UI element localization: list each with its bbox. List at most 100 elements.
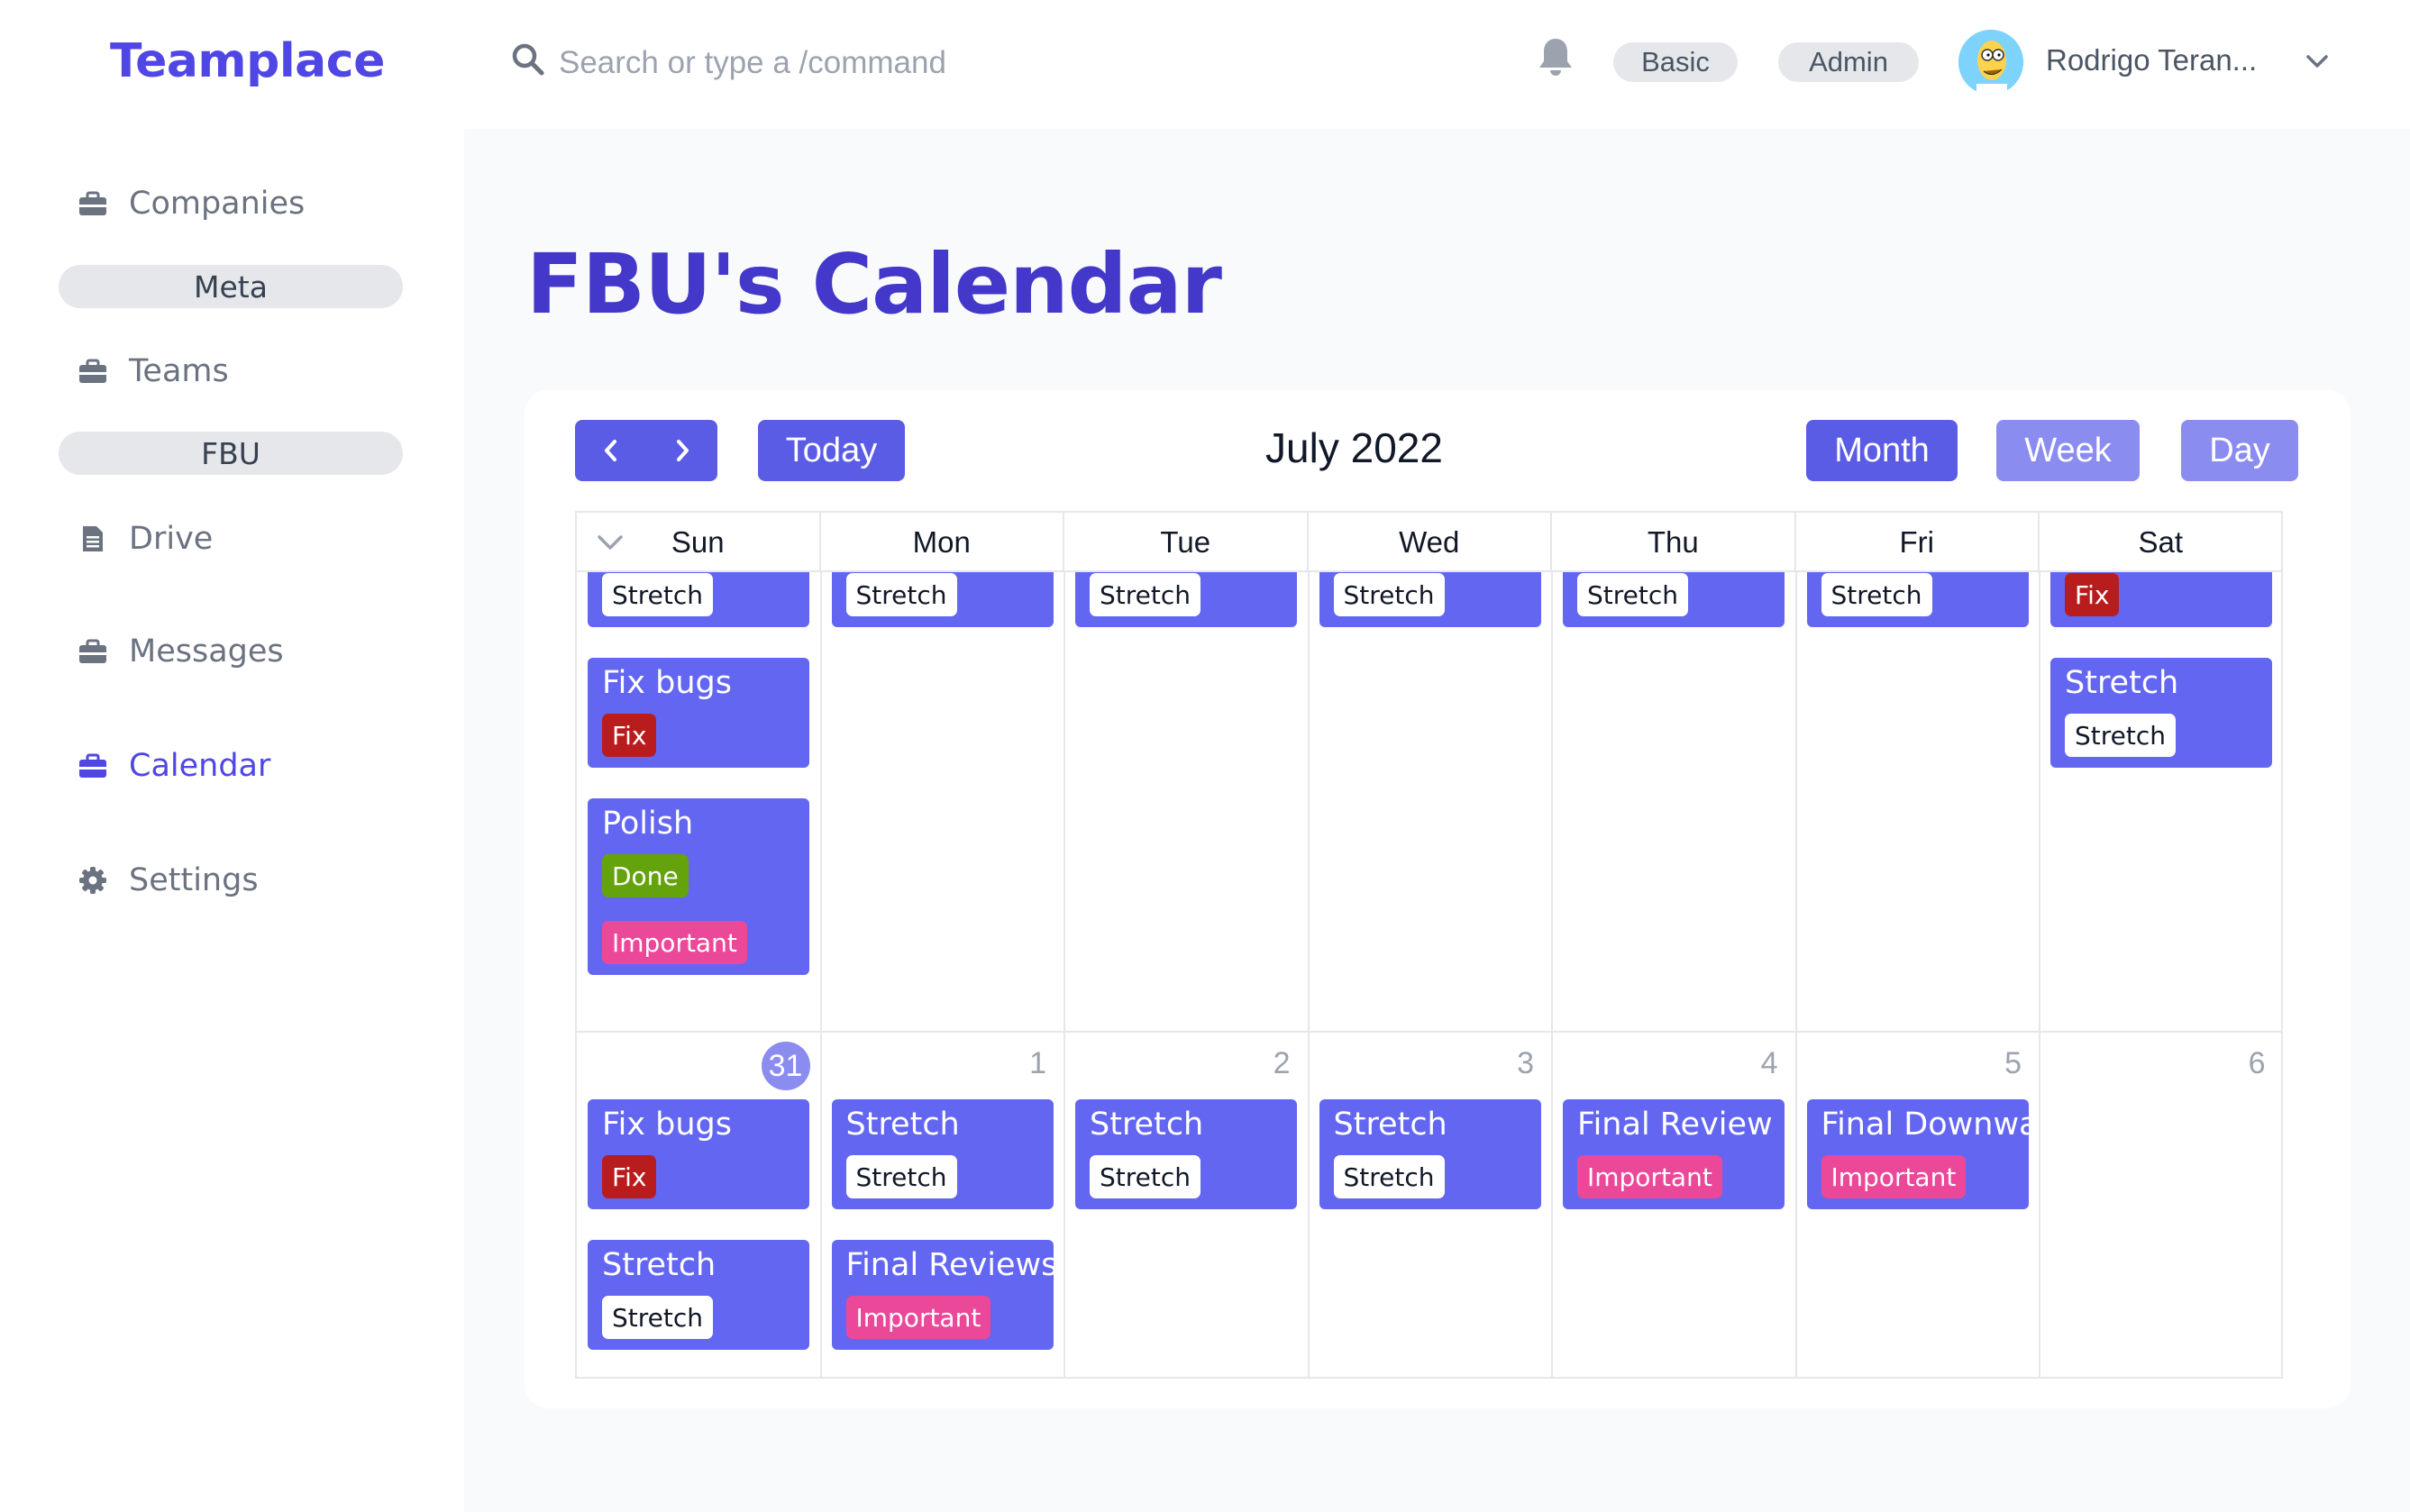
calendar-nav-buttons bbox=[575, 420, 717, 481]
tag-stretch: Stretch bbox=[1821, 573, 1932, 616]
date-number[interactable]: 1 bbox=[1001, 1046, 1046, 1081]
event-title: Fix bugs bbox=[602, 1107, 732, 1143]
event-stretch[interactable]: Stretch Stretch bbox=[1319, 1099, 1541, 1209]
day-header-sat: Sat bbox=[2040, 513, 2281, 572]
tag-stretch: Stretch bbox=[1577, 573, 1688, 616]
today-date-marker[interactable]: 31 bbox=[761, 1042, 810, 1090]
bell-icon[interactable] bbox=[1537, 36, 1575, 77]
day-header-tue: Tue bbox=[1064, 513, 1309, 572]
search-icon bbox=[510, 41, 546, 77]
column-divider bbox=[1551, 572, 1553, 1377]
company-pill-meta[interactable]: Meta bbox=[59, 265, 403, 308]
day-header-fri: Fri bbox=[1796, 513, 2040, 572]
sidebar-item-label: Companies bbox=[129, 186, 306, 222]
briefcase-icon bbox=[77, 187, 109, 220]
month-view-button[interactable]: Month bbox=[1806, 420, 1958, 481]
tag-important: Important bbox=[845, 1296, 991, 1339]
prev-month-button[interactable] bbox=[575, 420, 646, 481]
column-divider bbox=[1064, 572, 1065, 1377]
day-header-wed: Wed bbox=[1309, 513, 1552, 572]
event-stretch[interactable]: Stretch Stretch bbox=[831, 1099, 1054, 1209]
chevron-right-icon bbox=[676, 440, 689, 461]
column-divider bbox=[2039, 572, 2040, 1377]
date-number[interactable]: 3 bbox=[1489, 1046, 1534, 1081]
date-number[interactable]: 4 bbox=[1733, 1046, 1778, 1081]
event-stretch[interactable]: Stretch Stretch bbox=[1075, 1099, 1297, 1209]
search-input[interactable] bbox=[559, 38, 1190, 88]
week-divider bbox=[577, 1031, 2281, 1033]
tag-fix: Fix bbox=[602, 714, 657, 757]
tag-stretch: Stretch bbox=[2065, 714, 2176, 757]
event-stretch[interactable]: Stretch Stretch bbox=[2050, 658, 2272, 768]
week-view-button[interactable]: Week bbox=[1996, 420, 2140, 481]
sidebar-item-settings[interactable]: Settings bbox=[77, 853, 259, 907]
event-title: Final Reviews L bbox=[845, 1247, 1054, 1283]
event-title: Stretch bbox=[602, 1247, 717, 1283]
tag-stretch: Stretch bbox=[602, 1296, 713, 1339]
sidebar-item-label: Messages bbox=[129, 633, 284, 669]
tag-fix: Fix bbox=[602, 1155, 657, 1198]
next-month-button[interactable] bbox=[646, 420, 717, 481]
date-number[interactable]: 5 bbox=[1976, 1046, 2022, 1081]
tag-stretch: Stretch bbox=[1090, 1155, 1200, 1198]
sidebar-item-label: Settings bbox=[129, 862, 259, 898]
app-logo[interactable]: Teamplace bbox=[110, 34, 385, 88]
event-final-downwar[interactable]: Final Downwar Important bbox=[1806, 1099, 2029, 1209]
date-number[interactable]: 6 bbox=[2221, 1046, 2266, 1081]
sidebar-item-messages[interactable]: Messages bbox=[77, 624, 284, 679]
day-header-thu: Thu bbox=[1552, 513, 1796, 572]
sidebar-item-label: Calendar bbox=[129, 748, 271, 784]
gear-icon bbox=[77, 864, 109, 897]
role-badge-admin[interactable]: Admin bbox=[1778, 42, 1919, 82]
event-fix-bugs[interactable]: Fix bugs Fix bbox=[588, 1099, 809, 1209]
date-number[interactable]: 2 bbox=[1246, 1046, 1291, 1081]
tag-fix: Fix bbox=[2065, 573, 2120, 616]
chevron-down-icon[interactable] bbox=[595, 531, 625, 554]
event-final-reviews-l[interactable]: Final Reviews L Important bbox=[831, 1240, 1054, 1350]
role-badge-basic[interactable]: Basic bbox=[1613, 42, 1738, 82]
sidebar-item-label: Teams bbox=[129, 353, 229, 389]
event-final-review[interactable]: Final Review Important bbox=[1563, 1099, 1785, 1209]
tag-important: Important bbox=[1821, 1155, 1967, 1198]
briefcase-icon bbox=[77, 355, 109, 387]
sidebar-item-drive[interactable]: Drive bbox=[77, 512, 213, 566]
briefcase-icon bbox=[77, 750, 109, 782]
column-divider bbox=[1794, 572, 1797, 1377]
day-header-mon: Mon bbox=[821, 513, 1064, 572]
event-title: Stretch bbox=[1333, 1107, 1447, 1143]
tag-done: Done bbox=[602, 854, 689, 897]
tag-stretch: Stretch bbox=[1333, 1155, 1445, 1198]
user-name[interactable]: Rodrigo Teran... bbox=[2046, 43, 2257, 77]
tag-important: Important bbox=[602, 921, 747, 964]
page-title: FBU's Calendar bbox=[526, 236, 1222, 332]
sidebar-item-companies[interactable]: Companies bbox=[77, 177, 305, 231]
tag-stretch: Stretch bbox=[1090, 573, 1200, 616]
event-title: Stretch bbox=[845, 1107, 960, 1143]
event-title: Fix bugs bbox=[602, 665, 732, 701]
sidebar-item-teams[interactable]: Teams bbox=[77, 344, 229, 398]
chevron-down-icon[interactable] bbox=[2304, 50, 2331, 72]
event-polish[interactable]: Polish Done Important bbox=[588, 798, 809, 975]
document-icon bbox=[77, 523, 109, 555]
tag-stretch: Stretch bbox=[1333, 573, 1445, 616]
tag-stretch: Stretch bbox=[602, 573, 713, 616]
event-fix-bugs[interactable]: Fix bugs Fix bbox=[588, 658, 809, 768]
avatar[interactable] bbox=[1958, 30, 2023, 95]
sidebar-item-calendar[interactable]: Calendar bbox=[77, 739, 270, 793]
sidebar-item-label: Drive bbox=[129, 521, 214, 557]
briefcase-icon bbox=[77, 635, 109, 668]
event-title: Final Downwar bbox=[1821, 1107, 2029, 1143]
column-divider bbox=[819, 572, 822, 1377]
event-title: Stretch bbox=[2065, 665, 2179, 701]
event-stretch[interactable]: Stretch Stretch bbox=[588, 1240, 809, 1350]
event-title: Final Review bbox=[1577, 1107, 1773, 1143]
calendar-grid: SunMonTueWedThuFriSat 31 1 2 3 4 5 6 Stretch Str… bbox=[575, 511, 2283, 1379]
days-of-week-header: Sun Mon Tue Wed Thu Fri Sat bbox=[577, 513, 2281, 572]
tag-stretch: Stretch bbox=[845, 1155, 957, 1198]
today-button[interactable]: Today bbox=[758, 420, 905, 481]
tag-important: Important bbox=[1577, 1155, 1722, 1198]
sidebar: Teamplace Companies Meta Teams FBU Drive… bbox=[0, 0, 464, 1512]
team-pill-fbu[interactable]: FBU bbox=[59, 432, 403, 475]
column-divider bbox=[1307, 572, 1310, 1377]
day-view-button[interactable]: Day bbox=[2181, 420, 2298, 481]
